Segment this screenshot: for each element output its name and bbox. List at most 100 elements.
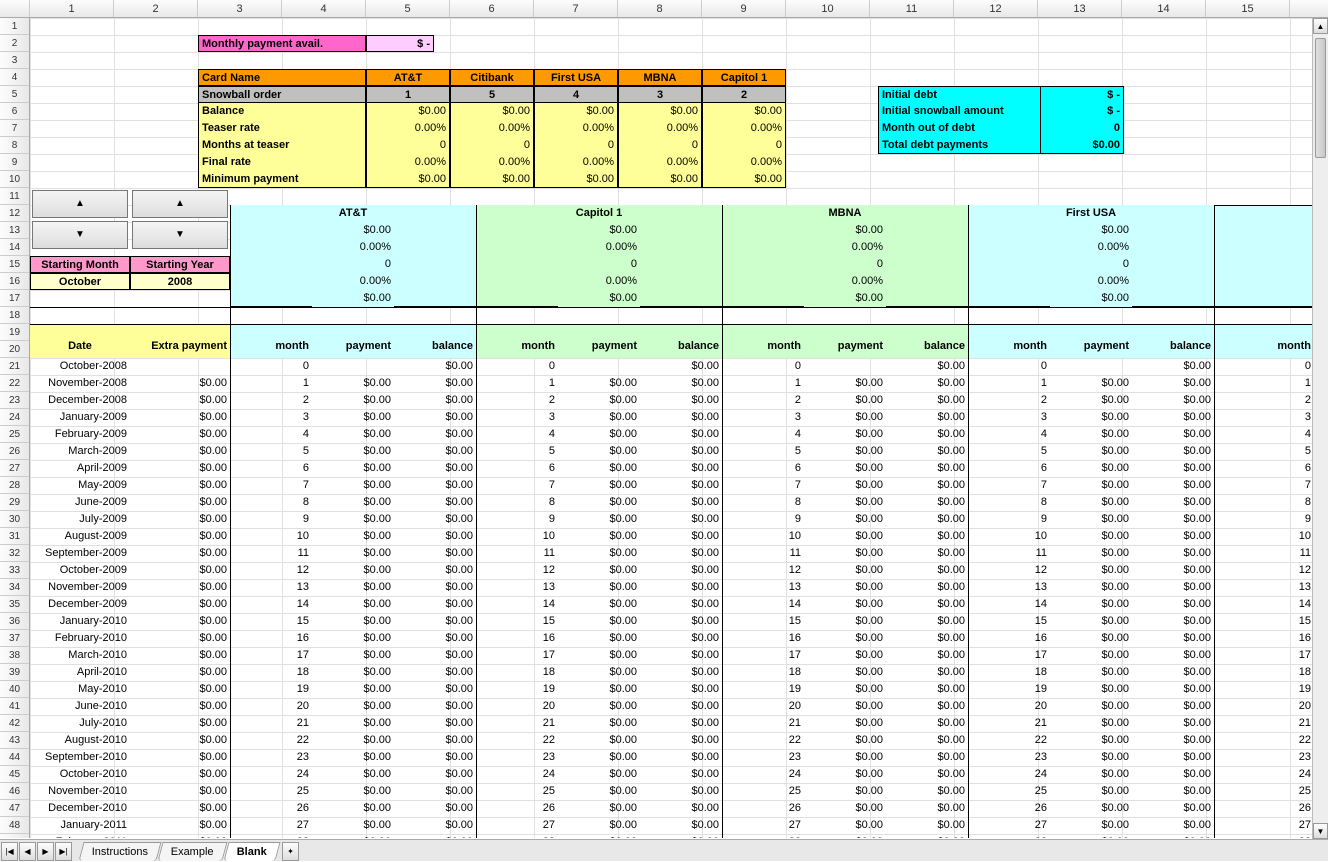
column-header[interactable]: 2 bbox=[114, 0, 198, 17]
column-header[interactable]: 11 bbox=[870, 0, 954, 17]
month-up-button[interactable]: ▲ bbox=[32, 190, 128, 218]
row-header[interactable]: 34 bbox=[0, 579, 29, 596]
tab-example[interactable]: Example bbox=[158, 842, 228, 861]
row-header[interactable]: 10 bbox=[0, 171, 29, 188]
card-body-cell[interactable]: 0.00% bbox=[534, 154, 618, 171]
row-header[interactable]: 41 bbox=[0, 698, 29, 715]
row-header[interactable]: 5 bbox=[0, 86, 29, 103]
card-body-cell[interactable]: $0.00 bbox=[534, 103, 618, 120]
column-header[interactable]: 13 bbox=[1038, 0, 1122, 17]
extra-payment-cell[interactable]: $0.00 bbox=[130, 664, 230, 681]
row-header[interactable]: 17 bbox=[0, 290, 29, 307]
card-body-cell[interactable]: $0.00 bbox=[450, 103, 534, 120]
tab-blank[interactable]: Blank bbox=[224, 842, 281, 861]
extra-payment-cell[interactable]: $0.00 bbox=[130, 596, 230, 613]
card-body-cell[interactable]: 0.00% bbox=[534, 120, 618, 137]
card-body-cell[interactable]: 0.00% bbox=[702, 154, 786, 171]
row-header[interactable]: 45 bbox=[0, 766, 29, 783]
extra-payment-cell[interactable]: $0.00 bbox=[130, 477, 230, 494]
row-header[interactable]: 46 bbox=[0, 783, 29, 800]
card-body-cell[interactable]: $0.00 bbox=[366, 171, 450, 188]
starting-year-value[interactable]: 2008 bbox=[130, 273, 230, 290]
row-header[interactable]: 48 bbox=[0, 817, 29, 834]
extra-payment-cell[interactable]: $0.00 bbox=[130, 443, 230, 460]
row-header[interactable]: 6 bbox=[0, 103, 29, 120]
card-body-cell[interactable]: 0.00% bbox=[366, 154, 450, 171]
row-header[interactable]: 1 bbox=[0, 18, 29, 35]
row-header[interactable]: 9 bbox=[0, 154, 29, 171]
row-header[interactable]: 36 bbox=[0, 613, 29, 630]
column-header[interactable]: 10 bbox=[786, 0, 870, 17]
column-header[interactable]: 9 bbox=[702, 0, 786, 17]
card-body-cell[interactable]: 0.00% bbox=[702, 120, 786, 137]
extra-payment-cell[interactable]: $0.00 bbox=[130, 460, 230, 477]
card-body-cell[interactable]: $0.00 bbox=[366, 103, 450, 120]
snowball-order-cell[interactable]: 4 bbox=[534, 86, 618, 103]
year-down-button[interactable]: ▼ bbox=[132, 221, 228, 249]
tab-new-icon[interactable]: ✦ bbox=[282, 842, 299, 861]
row-header[interactable]: 4 bbox=[0, 69, 29, 86]
row-header[interactable]: 3 bbox=[0, 52, 29, 69]
card-body-cell[interactable]: $0.00 bbox=[450, 171, 534, 188]
extra-payment-cell[interactable]: $0.00 bbox=[130, 613, 230, 630]
card-body-cell[interactable]: 0 bbox=[450, 137, 534, 154]
tab-nav-next[interactable]: ▶ bbox=[37, 842, 54, 861]
extra-payment-cell[interactable]: $0.00 bbox=[130, 715, 230, 732]
tab-instructions[interactable]: Instructions bbox=[78, 842, 161, 861]
extra-payment-cell[interactable]: $0.00 bbox=[130, 375, 230, 392]
column-header[interactable]: 12 bbox=[954, 0, 1038, 17]
extra-payment-cell[interactable]: $0.00 bbox=[130, 834, 230, 838]
row-header[interactable]: 31 bbox=[0, 528, 29, 545]
row-header[interactable]: 40 bbox=[0, 681, 29, 698]
starting-month-value[interactable]: October bbox=[30, 273, 130, 290]
row-header[interactable]: 16 bbox=[0, 273, 29, 290]
row-header[interactable]: 7 bbox=[0, 120, 29, 137]
card-body-cell[interactable]: 0.00% bbox=[450, 120, 534, 137]
extra-payment-cell[interactable]: $0.00 bbox=[130, 579, 230, 596]
row-header[interactable]: 29 bbox=[0, 494, 29, 511]
row-header[interactable]: 39 bbox=[0, 664, 29, 681]
spreadsheet-grid[interactable]: Monthly payment avail. $ - Card Name AT&… bbox=[30, 18, 1328, 838]
tab-nav-last[interactable]: ▶| bbox=[55, 842, 72, 861]
card-body-cell[interactable]: $0.00 bbox=[534, 171, 618, 188]
row-header[interactable]: 44 bbox=[0, 749, 29, 766]
card-body-cell[interactable]: 0 bbox=[366, 137, 450, 154]
row-header[interactable]: 26 bbox=[0, 443, 29, 460]
column-header[interactable]: 8 bbox=[618, 0, 702, 17]
extra-payment-cell[interactable]: $0.00 bbox=[130, 494, 230, 511]
extra-payment-cell[interactable]: $0.00 bbox=[130, 647, 230, 664]
card-body-cell[interactable]: 0 bbox=[618, 137, 702, 154]
row-header[interactable]: 23 bbox=[0, 392, 29, 409]
row-header[interactable]: 47 bbox=[0, 800, 29, 817]
tab-nav-first[interactable]: |◀ bbox=[1, 842, 18, 861]
column-header[interactable]: 4 bbox=[282, 0, 366, 17]
row-header[interactable]: 35 bbox=[0, 596, 29, 613]
row-header[interactable]: 43 bbox=[0, 732, 29, 749]
snowball-order-cell[interactable]: 3 bbox=[618, 86, 702, 103]
column-header[interactable]: 3 bbox=[198, 0, 282, 17]
column-header[interactable]: 7 bbox=[534, 0, 618, 17]
extra-payment-cell[interactable]: $0.00 bbox=[130, 749, 230, 766]
extra-payment-cell[interactable]: $0.00 bbox=[130, 681, 230, 698]
column-header[interactable]: 1 bbox=[30, 0, 114, 17]
row-header[interactable]: 19 bbox=[0, 324, 29, 341]
card-body-cell[interactable]: $0.00 bbox=[618, 103, 702, 120]
row-header[interactable]: 13 bbox=[0, 222, 29, 239]
snowball-order-cell[interactable]: 2 bbox=[702, 86, 786, 103]
row-header[interactable]: 18 bbox=[0, 307, 29, 324]
column-header[interactable]: 14 bbox=[1122, 0, 1206, 17]
row-header[interactable]: 38 bbox=[0, 647, 29, 664]
card-body-cell[interactable]: 0 bbox=[702, 137, 786, 154]
extra-payment-cell[interactable]: $0.00 bbox=[130, 528, 230, 545]
row-header[interactable]: 15 bbox=[0, 256, 29, 273]
card-body-cell[interactable]: 0 bbox=[534, 137, 618, 154]
vertical-scrollbar[interactable]: ▲ ▼ bbox=[1312, 18, 1328, 839]
card-body-cell[interactable]: $0.00 bbox=[618, 171, 702, 188]
row-header[interactable]: 8 bbox=[0, 137, 29, 154]
extra-payment-cell[interactable]: $0.00 bbox=[130, 409, 230, 426]
row-header[interactable]: 11 bbox=[0, 188, 29, 205]
scroll-up-arrow[interactable]: ▲ bbox=[1313, 18, 1328, 34]
row-header[interactable]: 20 bbox=[0, 341, 29, 358]
select-all-corner[interactable] bbox=[0, 0, 30, 17]
extra-payment-cell[interactable]: $0.00 bbox=[130, 630, 230, 647]
